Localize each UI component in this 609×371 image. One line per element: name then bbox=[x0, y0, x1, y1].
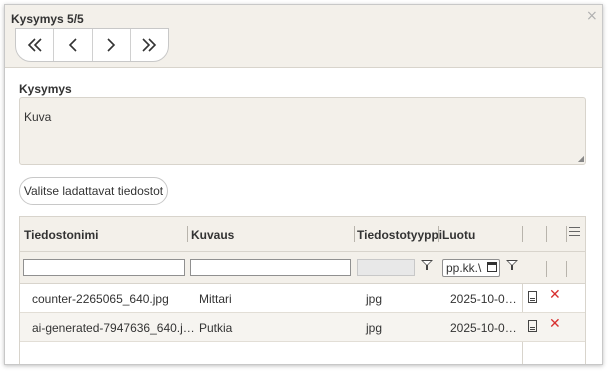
cell-description: Putkia bbox=[199, 321, 233, 335]
last-question-button[interactable] bbox=[129, 29, 168, 61]
resize-handle-icon[interactable]: ◢ bbox=[578, 154, 584, 163]
created-date-filter-input[interactable]: pp.kk.\ bbox=[442, 259, 500, 277]
next-question-button[interactable] bbox=[91, 29, 130, 61]
question-navigation-bar bbox=[5, 28, 602, 68]
column-separator bbox=[566, 261, 567, 277]
first-question-button[interactable] bbox=[16, 29, 53, 61]
cell-created: 2025-10-0… bbox=[450, 292, 517, 306]
delete-x-icon[interactable]: ✕ bbox=[549, 316, 561, 332]
column-separator[interactable] bbox=[438, 226, 439, 242]
chevron-left-icon bbox=[68, 38, 77, 52]
navigation-button-group bbox=[15, 28, 169, 62]
cell-filetype: jpg bbox=[366, 321, 383, 335]
grid-filter-row: pp.kk.\ bbox=[20, 252, 585, 284]
close-icon[interactable]: × bbox=[586, 8, 598, 24]
double-chevron-right-icon bbox=[142, 38, 157, 52]
table-row[interactable]: counter-2265065_640.jpg Mittari jpg 2025… bbox=[20, 284, 585, 313]
previous-question-button[interactable] bbox=[53, 29, 91, 61]
date-filter-text: pp.kk.\ bbox=[446, 261, 482, 275]
question-text: Kuva bbox=[24, 110, 52, 124]
filename-filter-input[interactable] bbox=[23, 259, 185, 276]
question-textarea[interactable]: Kuva ◢ bbox=[19, 97, 586, 165]
column-separator bbox=[546, 226, 547, 242]
column-header-description[interactable]: Kuvaus bbox=[191, 228, 234, 242]
question-dialog: Kysymys 5/5 × Kysymys Kuva ◢ Valitse lad… bbox=[4, 4, 603, 365]
column-header-created[interactable]: Luotu bbox=[442, 228, 475, 242]
table-row[interactable]: ai-generated-7947636_640.j… Putkia jpg 2… bbox=[20, 313, 585, 342]
files-grid: Tiedostonimi Kuvaus Tiedostotyyppi Luotu… bbox=[19, 216, 586, 364]
column-separator[interactable] bbox=[187, 226, 188, 242]
column-separator bbox=[546, 261, 547, 277]
double-chevron-left-icon bbox=[27, 38, 42, 52]
hamburger-menu-icon[interactable] bbox=[569, 227, 580, 237]
column-separator[interactable] bbox=[522, 226, 523, 242]
cell-created: 2025-10-0… bbox=[450, 321, 517, 335]
question-label: Kysymys bbox=[19, 82, 72, 96]
grid-header-row: Tiedostonimi Kuvaus Tiedostotyyppi Luotu bbox=[20, 217, 585, 252]
cell-filetype: jpg bbox=[366, 292, 383, 306]
column-header-filetype[interactable]: Tiedostotyyppi bbox=[357, 228, 442, 242]
cell-description: Mittari bbox=[199, 292, 232, 306]
document-icon[interactable] bbox=[528, 320, 537, 332]
column-separator[interactable] bbox=[354, 226, 355, 242]
chevron-right-icon bbox=[107, 38, 116, 52]
filter-icon[interactable] bbox=[421, 260, 433, 272]
column-separator bbox=[566, 226, 567, 242]
delete-x-icon[interactable]: ✕ bbox=[549, 287, 561, 303]
cell-filename: ai-generated-7947636_640.j… bbox=[32, 321, 195, 335]
filetype-filter-input bbox=[357, 259, 415, 276]
description-filter-input[interactable] bbox=[190, 259, 351, 276]
calendar-icon[interactable] bbox=[487, 262, 497, 272]
filter-icon[interactable] bbox=[506, 260, 518, 272]
document-icon[interactable] bbox=[528, 291, 537, 303]
column-header-filename[interactable]: Tiedostonimi bbox=[24, 228, 98, 242]
dialog-title: Kysymys 5/5 bbox=[11, 12, 84, 26]
cell-filename: counter-2265065_640.jpg bbox=[32, 292, 169, 306]
select-files-button[interactable]: Valitse ladattavat tiedostot bbox=[19, 177, 168, 205]
